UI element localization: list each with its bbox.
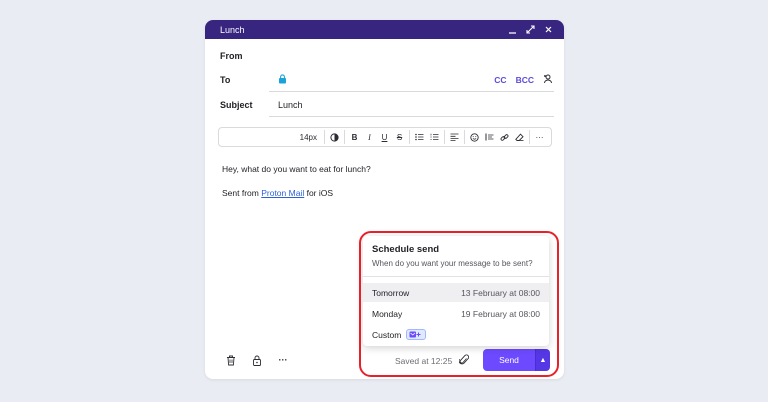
font-size-select[interactable]: 14px <box>296 129 321 145</box>
toolbar-divider <box>444 130 445 144</box>
underline-icon[interactable]: U <box>378 129 391 145</box>
schedule-title: Schedule send <box>372 244 440 255</box>
paperclip-icon[interactable] <box>458 353 471 367</box>
composer-title: Lunch <box>220 24 245 35</box>
toolbar-divider <box>324 130 325 144</box>
schedule-option-tomorrow[interactable]: Tomorrow 13 February at 08:00 <box>363 283 549 302</box>
subject-label: Subject <box>220 100 253 110</box>
strikethrough-icon[interactable]: S <box>393 129 406 145</box>
schedule-send-dropdown: Schedule send When do you want your mess… <box>363 236 549 346</box>
encryption-lock-icon[interactable] <box>251 354 263 366</box>
clear-formatting-icon[interactable] <box>513 129 526 145</box>
proton-mail-link[interactable]: Proton Mail <box>261 188 304 198</box>
send-button[interactable]: Send <box>483 349 535 371</box>
from-label: From <box>220 51 243 61</box>
minimize-icon[interactable] <box>505 23 519 37</box>
to-label: To <box>220 75 231 85</box>
schedule-header: Schedule send When do you want your mess… <box>363 236 549 277</box>
saved-status: Saved at 12:25 <box>395 356 453 366</box>
from-row: From <box>205 44 564 68</box>
schedule-dropdown-toggle[interactable]: ▲ <box>535 349 550 371</box>
chevron-up-icon: ▲ <box>539 356 547 364</box>
composer-titlebar: Lunch <box>205 20 564 39</box>
option-label: Tomorrow <box>372 287 410 298</box>
more-options-icon[interactable]: ··· <box>533 129 546 145</box>
composer-actions: ··· <box>225 354 289 366</box>
align-left-icon[interactable] <box>448 129 461 145</box>
to-field[interactable]: CC BCC <box>269 68 554 92</box>
option-label: Monday <box>372 308 403 319</box>
message-body[interactable]: Hey, what do you want to eat for lunch? … <box>222 163 371 211</box>
schedule-option-monday[interactable]: Monday 19 February at 08:00 <box>363 304 549 323</box>
option-label: Custom <box>372 329 402 340</box>
text-color-icon[interactable] <box>328 129 341 145</box>
send-button-group: Send ▲ <box>483 349 550 371</box>
expand-icon[interactable] <box>523 23 537 37</box>
toolbar-divider <box>464 130 465 144</box>
trash-icon[interactable] <box>225 354 237 366</box>
signature-prefix: Sent from <box>222 188 262 198</box>
toolbar-divider <box>344 130 345 144</box>
blockquote-icon[interactable] <box>483 129 496 145</box>
formatting-toolbar: 14px B I U S ··· <box>218 127 552 147</box>
cc-link[interactable]: CC <box>494 75 506 85</box>
numbered-list-icon[interactable] <box>428 129 441 145</box>
bcc-link[interactable]: BCC <box>516 75 534 85</box>
bold-icon[interactable]: B <box>348 129 361 145</box>
message-line: Hey, what do you want to eat for lunch? <box>222 164 371 174</box>
add-contact-icon[interactable] <box>543 74 554 86</box>
toolbar-divider <box>529 130 530 144</box>
signature: Sent from Proton Mail for iOS <box>222 187 371 199</box>
subject-field[interactable]: Lunch <box>269 93 554 117</box>
from-field[interactable] <box>269 44 554 68</box>
more-actions-icon[interactable]: ··· <box>277 354 289 366</box>
to-row: To CC BCC <box>205 68 564 92</box>
toolbar-divider <box>409 130 410 144</box>
option-time: 19 February at 08:00 <box>461 308 540 319</box>
subject-row: Subject Lunch <box>205 93 564 117</box>
schedule-option-custom[interactable]: Custom <box>363 325 549 344</box>
close-icon[interactable] <box>541 23 555 37</box>
emoji-icon[interactable] <box>468 129 481 145</box>
italic-icon[interactable]: I <box>363 129 376 145</box>
upgrade-plan-icon <box>406 329 427 340</box>
signature-suffix: for iOS <box>304 188 334 198</box>
lock-icon <box>278 73 287 86</box>
schedule-options: Tomorrow 13 February at 08:00 Monday 19 … <box>363 277 549 344</box>
schedule-subtitle: When do you want your message to be sent… <box>372 259 533 268</box>
bullet-list-icon[interactable] <box>413 129 426 145</box>
subject-value: Lunch <box>278 99 303 110</box>
option-time: 13 February at 08:00 <box>461 287 540 298</box>
link-icon[interactable] <box>498 129 511 145</box>
